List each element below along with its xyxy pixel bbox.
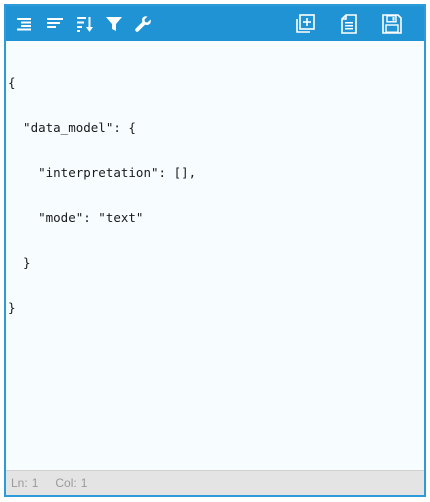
compact-icon [47, 17, 63, 28]
format-button[interactable] [12, 6, 38, 41]
code-line: } [8, 300, 16, 315]
column-indicator: Col: 1 [55, 476, 87, 490]
line-label: Ln: [11, 476, 28, 490]
filter-icon [106, 16, 122, 31]
column-label: Col: [55, 476, 77, 490]
code-line: { [8, 75, 16, 90]
paste-icon [341, 13, 357, 34]
code-editor-area[interactable]: { "data_model": { "interpretation": [], … [6, 41, 424, 469]
repair-icon [135, 15, 151, 32]
format-icon [17, 17, 31, 30]
column-value: 1 [80, 476, 88, 490]
code-line: "mode": "text" [8, 210, 144, 225]
sort-button[interactable] [72, 6, 98, 41]
json-editor: { "data_model": { "interpretation": [], … [4, 4, 426, 497]
copy-button[interactable] [291, 6, 319, 41]
compact-button[interactable] [42, 6, 68, 41]
editor-toolbar [6, 6, 424, 41]
paste-button[interactable] [336, 6, 362, 41]
copy-icon [296, 13, 315, 33]
save-icon [382, 13, 402, 34]
repair-button[interactable] [130, 6, 156, 41]
code-line: "interpretation": [], [8, 165, 197, 180]
line-value: 1 [31, 476, 39, 490]
code-line: } [8, 255, 31, 270]
save-button[interactable] [378, 6, 406, 41]
sort-icon [77, 16, 93, 32]
code-line: "data_model": { [8, 120, 136, 135]
line-indicator: Ln: 1 [11, 476, 38, 490]
filter-button[interactable] [101, 6, 127, 41]
status-bar: Ln: 1 Col: 1 [6, 470, 424, 495]
